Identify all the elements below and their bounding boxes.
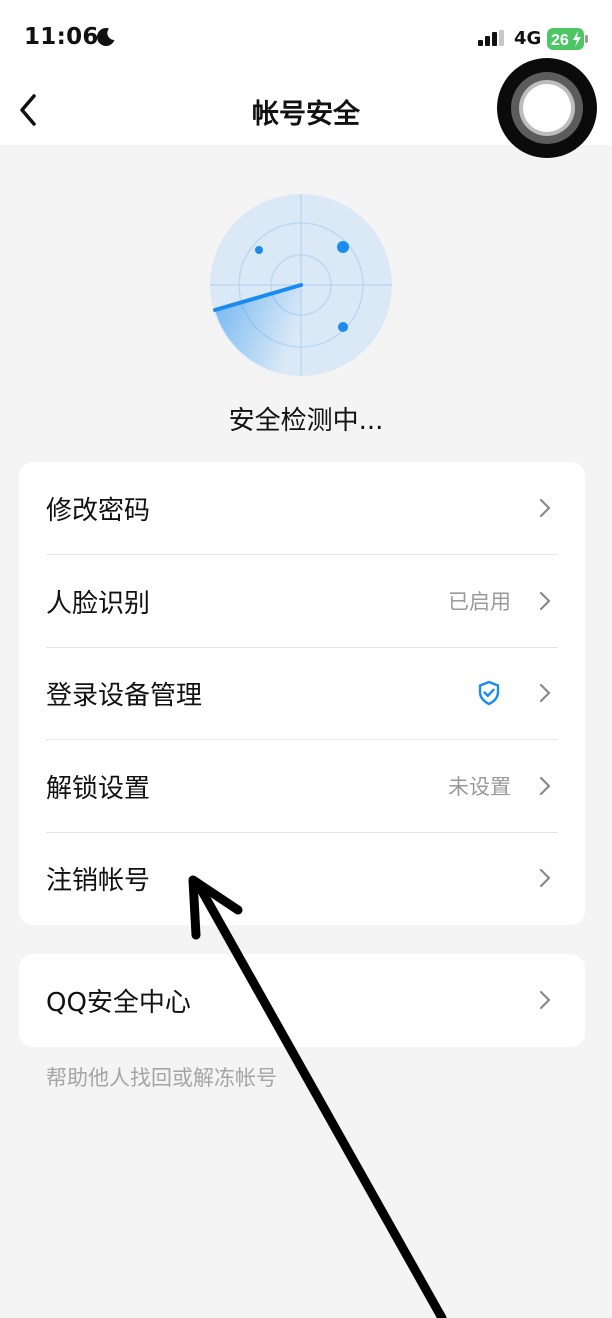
annotation-arrow (188, 875, 447, 1318)
